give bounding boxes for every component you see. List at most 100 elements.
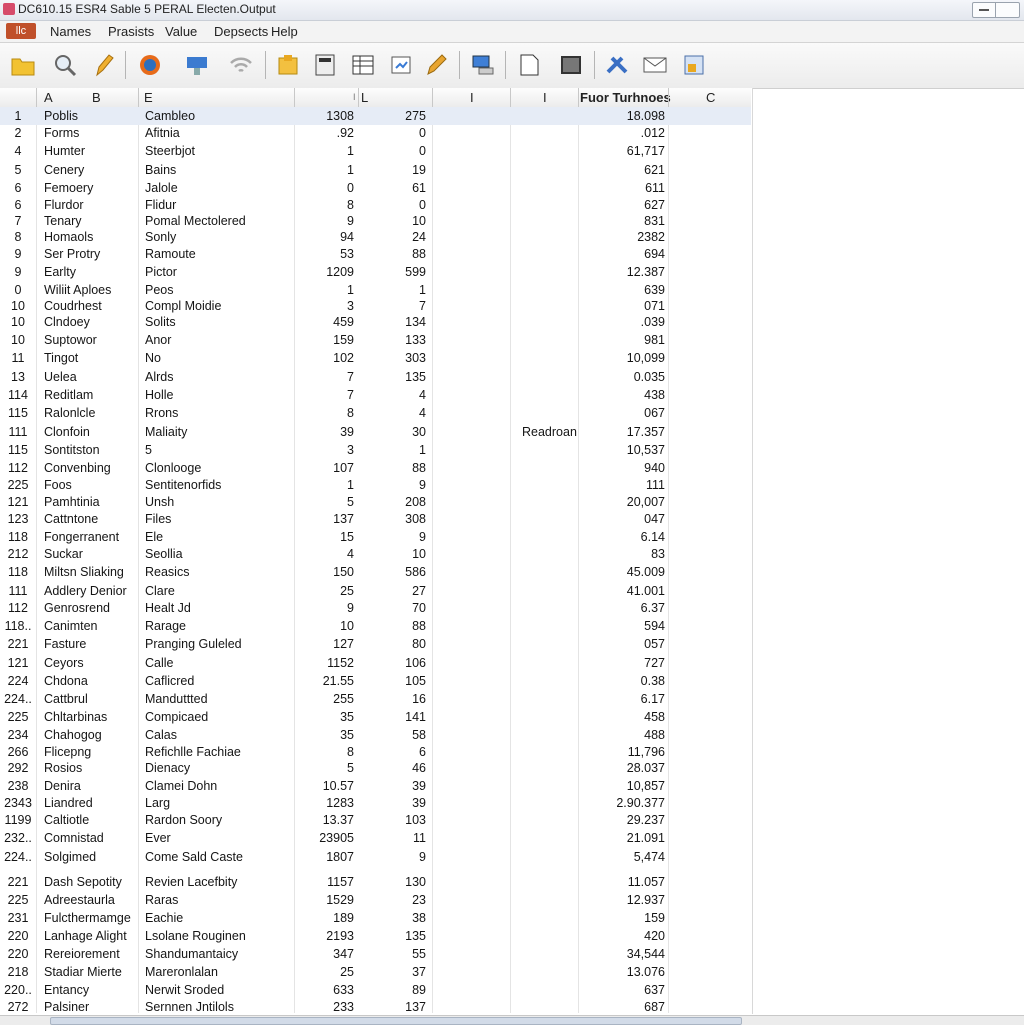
zoom-icon[interactable] <box>51 51 79 79</box>
cell-value-2[interactable]: 16 <box>366 690 426 708</box>
cell-value-1[interactable]: 10 <box>294 617 354 635</box>
cell-b[interactable]: Shandumantaicy <box>145 945 238 963</box>
menu-help[interactable]: Help <box>271 24 298 39</box>
table-row[interactable]: 2343 Liandred Larg 1283 39 2.90.377 <box>0 794 751 812</box>
cell-a[interactable]: Forms <box>44 124 79 142</box>
cell-value-1[interactable]: 23905 <box>294 829 354 847</box>
cell-a[interactable]: Poblis <box>44 107 78 125</box>
cell-a[interactable]: Caltiotle <box>44 811 89 829</box>
cell-value-1[interactable]: 10.57 <box>294 777 354 795</box>
cell-value-2[interactable]: 308 <box>366 510 426 528</box>
cell-value-2[interactable]: 275 <box>366 107 426 125</box>
cell-b[interactable]: Alrds <box>145 368 173 386</box>
cell-b[interactable]: No <box>145 349 161 367</box>
cell-value-2[interactable]: 46 <box>366 759 426 777</box>
cell-value-2[interactable]: 24 <box>366 228 426 246</box>
tools-icon[interactable] <box>603 51 631 79</box>
table-row[interactable]: 118.. Canimten Rarage 10 88 594 <box>0 617 751 635</box>
cell-value-3[interactable]: 458 <box>585 708 665 726</box>
table-row[interactable]: 292 Rosios Dienacy 5 46 28.037 <box>0 759 751 777</box>
row-number[interactable]: 220.. <box>0 981 36 999</box>
cell-value-1[interactable]: .92 <box>294 124 354 142</box>
table-row[interactable]: 9 Earlty Pictor 1209 599 12.387 <box>0 263 751 281</box>
cell-a[interactable]: Suptowor <box>44 331 97 349</box>
table-row[interactable]: 118 Miltsn Sliaking Reasics 150 586 45.009 <box>0 563 751 581</box>
cell-b[interactable]: Calle <box>145 654 174 672</box>
menu-prasists[interactable]: Prasists <box>108 24 154 39</box>
row-number[interactable]: 2 <box>0 124 36 142</box>
cell-value-2[interactable]: 1 <box>366 441 426 459</box>
cell-value-1[interactable]: 102 <box>294 349 354 367</box>
cell-a[interactable]: Ralonlcle <box>44 404 95 422</box>
column-header-i2[interactable]: I <box>543 90 547 105</box>
table-row[interactable]: 1 Poblis Cambleo 1308 275 18.098 <box>0 107 751 125</box>
cell-b[interactable]: Maliaity <box>145 423 187 441</box>
cell-a[interactable]: Dash Sepotity <box>44 873 122 891</box>
column-header-b[interactable]: B <box>92 90 101 105</box>
table-row[interactable]: 112 Genrosrend Healt Jd 9 70 6.37 <box>0 599 751 617</box>
column-header-i[interactable]: I <box>470 90 474 105</box>
cell-value-3[interactable]: 10,857 <box>585 777 665 795</box>
cell-value-3[interactable]: 20,007 <box>585 493 665 511</box>
edit-icon[interactable] <box>422 51 450 79</box>
cell-a[interactable]: Humter <box>44 142 85 160</box>
cell-value-2[interactable]: 599 <box>366 263 426 281</box>
table-row[interactable]: 115 Ralonlcle Rrons 8 4 067 <box>0 404 751 422</box>
cell-b[interactable]: Anor <box>145 331 171 349</box>
cell-value-1[interactable]: 94 <box>294 228 354 246</box>
table-row[interactable]: 2 Forms Afitnia .92 0 .012 <box>0 124 751 142</box>
cell-value-3[interactable]: 159 <box>585 909 665 927</box>
cell-b[interactable]: Eachie <box>145 909 183 927</box>
table-row[interactable]: 218 Stadiar Mierte Mareronlalan 25 37 13.076 <box>0 963 751 981</box>
cell-value-3[interactable]: 621 <box>585 161 665 179</box>
cell-a[interactable]: Chahogog <box>44 726 102 744</box>
cell-value-1[interactable]: 39 <box>294 423 354 441</box>
cell-a[interactable]: Fongerranent <box>44 528 119 546</box>
cell-a[interactable]: Rosios <box>44 759 82 777</box>
cell-value-2[interactable]: 19 <box>366 161 426 179</box>
cell-value-3[interactable]: 41.001 <box>585 582 665 600</box>
cell-b[interactable]: Manduttted <box>145 690 208 708</box>
cell-value-2[interactable]: 4 <box>366 404 426 422</box>
cell-value-2[interactable]: 61 <box>366 179 426 197</box>
cell-b[interactable]: Rrons <box>145 404 178 422</box>
row-number[interactable]: 238 <box>0 777 36 795</box>
cell-b[interactable]: Revien Lacefbity <box>145 873 237 891</box>
cell-b[interactable]: Nerwit Sroded <box>145 981 224 999</box>
cell-b[interactable]: Reasics <box>145 563 189 581</box>
cell-value-2[interactable]: 30 <box>366 423 426 441</box>
cell-value-3[interactable]: 981 <box>585 331 665 349</box>
column-header-fuor-turhnoes[interactable]: Fuor Turhnoes <box>580 90 671 105</box>
table-row[interactable]: 220 Lanhage Alight Lsolane Rouginen 2193 135… <box>0 927 751 945</box>
cell-b[interactable]: Caflicred <box>145 672 194 690</box>
cell-value-1[interactable]: 21.55 <box>294 672 354 690</box>
cell-value-3[interactable]: 0.035 <box>585 368 665 386</box>
row-number[interactable]: 225 <box>0 708 36 726</box>
cell-value-1[interactable]: 15 <box>294 528 354 546</box>
cell-b[interactable]: Compicaed <box>145 708 208 726</box>
cell-value-3[interactable]: 6.37 <box>585 599 665 617</box>
cell-value-1[interactable]: 150 <box>294 563 354 581</box>
network-icon[interactable] <box>183 51 211 79</box>
image-icon[interactable] <box>557 51 585 79</box>
cell-value-2[interactable]: 9 <box>366 528 426 546</box>
cell-value-1[interactable]: 189 <box>294 909 354 927</box>
cell-a[interactable]: Uelea <box>44 368 77 386</box>
cell-b[interactable]: Clamei Dohn <box>145 777 217 795</box>
row-number[interactable]: 121 <box>0 654 36 672</box>
minimize-button[interactable] <box>973 3 996 17</box>
cell-value-2[interactable]: 11 <box>366 829 426 847</box>
row-number[interactable]: 231 <box>0 909 36 927</box>
cell-value-1[interactable]: 8 <box>294 404 354 422</box>
page-icon[interactable] <box>515 51 543 79</box>
cell-a[interactable]: Clndoey <box>44 313 90 331</box>
cell-a[interactable]: Femoery <box>44 179 93 197</box>
cell-value-2[interactable]: 88 <box>366 459 426 477</box>
cell-value-2[interactable]: 4 <box>366 386 426 404</box>
calculator-icon[interactable] <box>311 51 339 79</box>
row-number[interactable]: 292 <box>0 759 36 777</box>
cell-a[interactable]: Foos <box>44 476 72 494</box>
table-row[interactable]: 231 Fulcthermamge Eachie 189 38 159 <box>0 909 751 927</box>
cell-note[interactable]: Readroan <box>522 423 577 441</box>
column-header-a[interactable]: A <box>44 90 53 105</box>
